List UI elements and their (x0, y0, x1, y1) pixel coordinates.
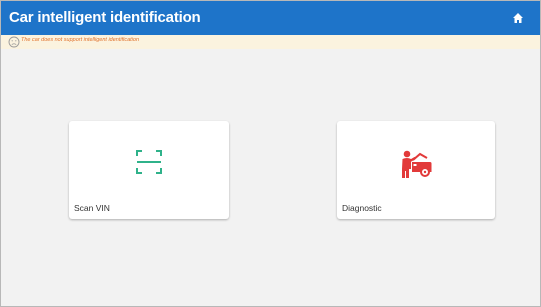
notice-text: The car does not support intelligent ide… (21, 37, 140, 43)
home-icon (513, 13, 523, 23)
title-bar: Car intelligent identification (1, 1, 540, 35)
home-button[interactable] (510, 10, 526, 26)
diagnostic-label: Diagnostic (342, 203, 382, 213)
screen: Car intelligent identification The car d… (0, 0, 541, 307)
diagnostic-card[interactable]: Diagnostic (337, 121, 495, 219)
notice-bar: The car does not support intelligent ide… (1, 35, 540, 49)
sad-face-icon (8, 36, 20, 48)
scan-vin-label: Scan VIN (74, 203, 110, 213)
mechanic-car-icon (402, 150, 432, 178)
page-title: Car intelligent identification (9, 9, 201, 26)
scan-frame-icon (136, 150, 162, 174)
scan-vin-card[interactable]: Scan VIN (69, 121, 229, 219)
